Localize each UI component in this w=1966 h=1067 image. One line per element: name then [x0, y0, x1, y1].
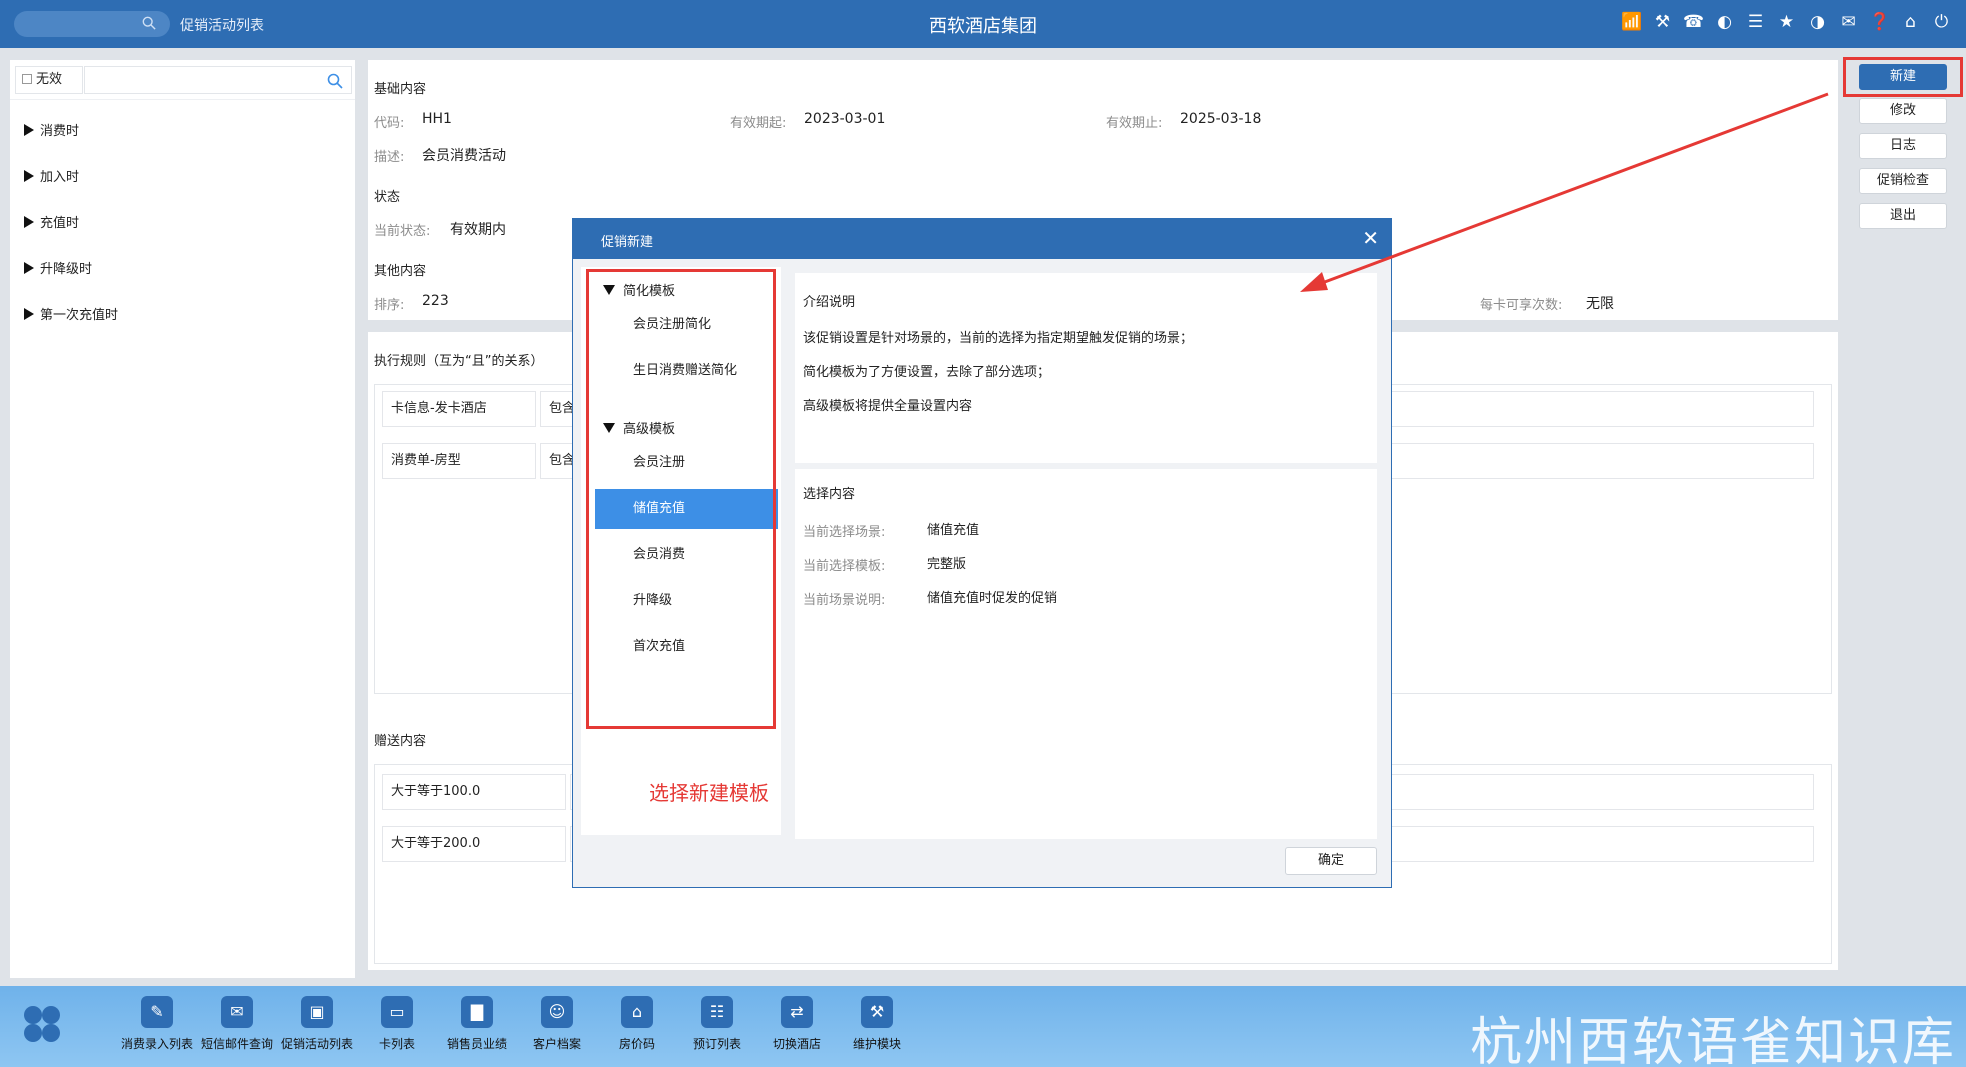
reservation-list-icon[interactable]: ☷	[701, 996, 733, 1028]
dock-label: 维护模块	[852, 1037, 901, 1051]
sms-mail-icon[interactable]: ✉	[221, 996, 253, 1028]
dock-label: 切换酒店	[772, 1037, 821, 1051]
watermark-text: 杭州西软语雀知识库	[1469, 1013, 1956, 1067]
dock-card-list[interactable]: ▭ 卡列表	[357, 996, 437, 1052]
promotion-list-icon[interactable]: ▣	[301, 996, 333, 1028]
card-list-icon[interactable]: ▭	[381, 996, 413, 1028]
dock-promotion-list[interactable]: ▣ 促销活动列表	[277, 996, 357, 1052]
dock-consumption-entry[interactable]: ✎ 消费录入列表	[117, 996, 197, 1052]
dock-sales-performance[interactable]: ▇ 销售员业绩	[437, 996, 517, 1052]
dock-maintenance[interactable]: ⚒ 维护模块	[837, 996, 917, 1052]
switch-hotel-icon[interactable]: ⇄	[781, 996, 813, 1028]
dock-sms-mail[interactable]: ✉ 短信邮件查询	[197, 996, 277, 1052]
maintenance-icon[interactable]: ⚒	[861, 996, 893, 1028]
dock-reservation-list[interactable]: ☷ 预订列表	[677, 996, 757, 1052]
annotation-arrow	[1300, 92, 1829, 292]
dock-label: 销售员业绩	[446, 1037, 507, 1051]
consumption-entry-icon[interactable]: ✎	[141, 996, 173, 1028]
app-logo-icon[interactable]	[20, 1002, 64, 1046]
sales-performance-icon[interactable]: ▇	[461, 996, 493, 1028]
customer-profile-icon[interactable]: ☺	[541, 996, 573, 1028]
dock-label: 预订列表	[692, 1037, 741, 1051]
dock-label: 短信邮件查询	[200, 1037, 273, 1051]
dock-label: 消费录入列表	[120, 1037, 193, 1051]
rate-code-icon[interactable]: ⌂	[621, 996, 653, 1028]
dock-label: 促销活动列表	[280, 1037, 353, 1051]
dock-rate-code[interactable]: ⌂ 房价码	[597, 996, 677, 1052]
dock-customer-profile[interactable]: ☺ 客户档案	[517, 996, 597, 1052]
dock-switch-hotel[interactable]: ⇄ 切换酒店	[757, 996, 837, 1052]
dock-label: 房价码	[618, 1037, 655, 1051]
dock-label: 卡列表	[378, 1037, 415, 1051]
dock-label: 客户档案	[532, 1037, 581, 1051]
